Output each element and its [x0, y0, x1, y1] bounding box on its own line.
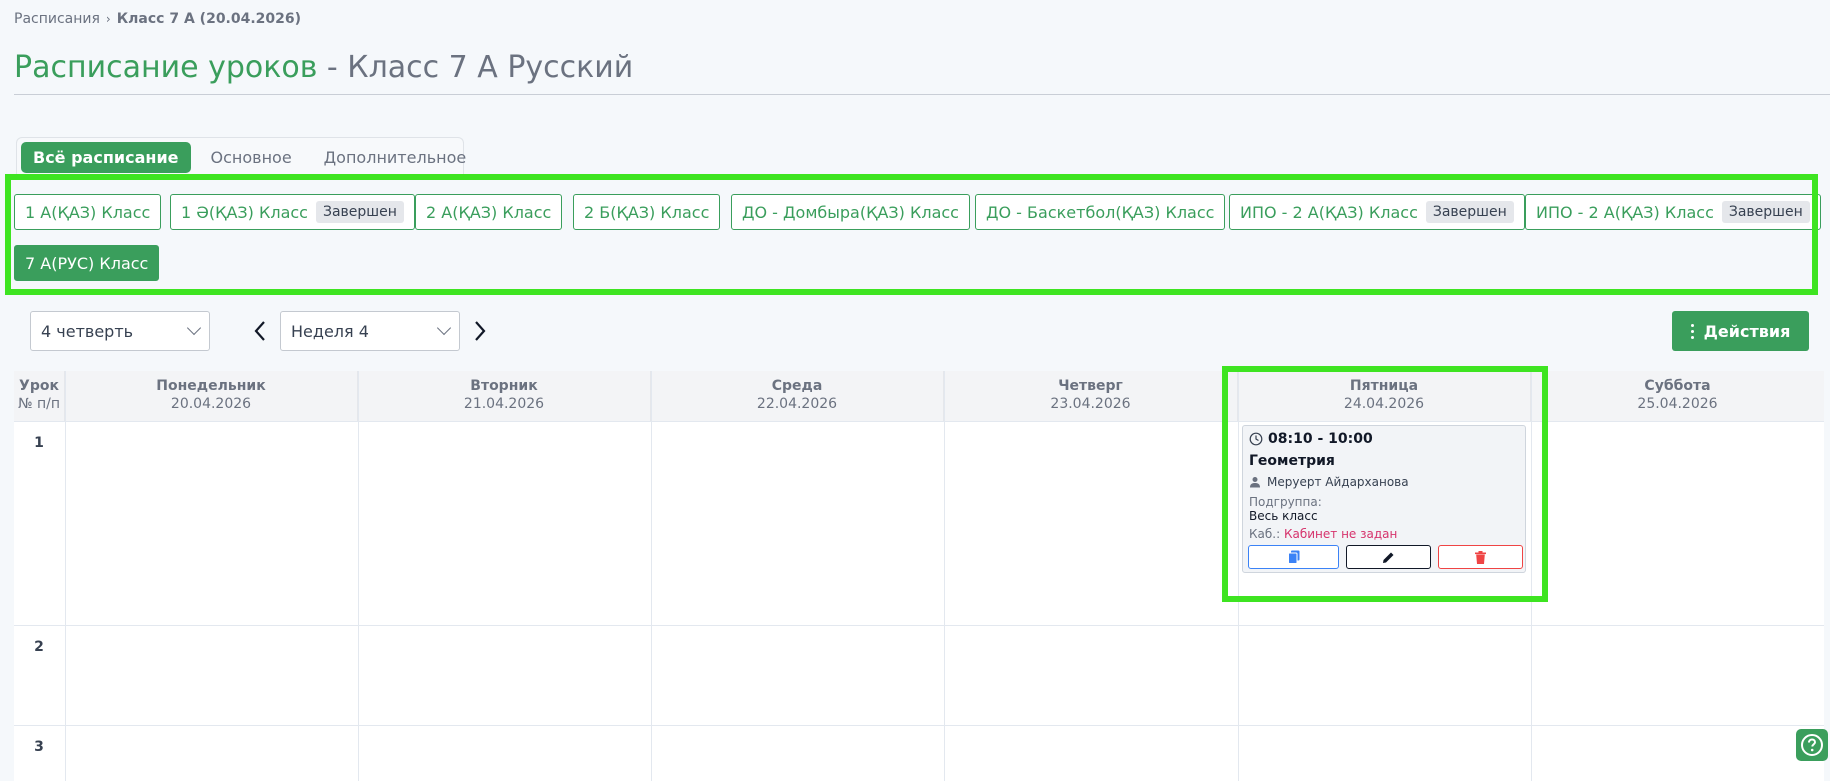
page-title-main: Расписание уроков [14, 50, 318, 85]
week-select-value: Неделя 4 [291, 321, 369, 341]
schedule-grid: Урок № п/п Понедельник 20.04.2026 Вторни… [14, 371, 1824, 781]
lesson-number-header: Урок № п/п [14, 371, 65, 421]
help-icon [1801, 734, 1823, 756]
title-divider [14, 94, 1830, 95]
chevron-down-icon [186, 320, 202, 336]
chevron-right-icon: › [105, 12, 111, 26]
day-header-wednesday: Среда 22.04.2026 [651, 371, 944, 421]
schedule-tabs: Всё расписание Основное Дополнительное [16, 137, 466, 177]
friday-highlight [1222, 366, 1548, 602]
help-button[interactable] [1796, 729, 1828, 761]
day-header-thursday: Четверг 23.04.2026 [944, 371, 1238, 421]
prev-week-button[interactable] [252, 319, 268, 343]
chevron-down-icon [436, 320, 452, 336]
lesson-row-number: 1 [34, 435, 44, 451]
tab-all-schedule[interactable]: Всё расписание [21, 142, 191, 173]
chevron-left-icon [254, 321, 265, 341]
day-header-saturday: Суббота 25.04.2026 [1531, 371, 1824, 421]
lesson-row-number: 3 [34, 739, 44, 755]
class-chips-highlight [5, 174, 1818, 295]
day-header-tuesday: Вторник 21.04.2026 [358, 371, 651, 421]
more-vertical-icon [1690, 323, 1694, 339]
page-title-suffix: - Класс 7 А Русский [317, 50, 634, 85]
next-week-button[interactable] [472, 319, 488, 343]
week-select[interactable]: Неделя 4 [280, 311, 460, 351]
quarter-select[interactable]: 4 четверть [30, 311, 210, 351]
breadcrumb-current: Класс 7 А (20.04.2026) [116, 11, 302, 27]
quarter-select-value: 4 четверть [41, 321, 134, 341]
chevron-right-icon [475, 321, 486, 341]
tab-main[interactable]: Основное [199, 142, 304, 173]
breadcrumb: Расписания › Класс 7 А (20.04.2026) [14, 11, 301, 27]
breadcrumb-root[interactable]: Расписания [14, 11, 100, 27]
tab-additional[interactable]: Дополнительное [312, 142, 479, 173]
actions-button[interactable]: Действия [1672, 311, 1809, 351]
page-title: Расписание уроков - Класс 7 А Русский [14, 50, 633, 85]
actions-button-label: Действия [1703, 321, 1791, 341]
lesson-row-number: 2 [34, 639, 44, 655]
day-header-monday: Понедельник 20.04.2026 [65, 371, 358, 421]
